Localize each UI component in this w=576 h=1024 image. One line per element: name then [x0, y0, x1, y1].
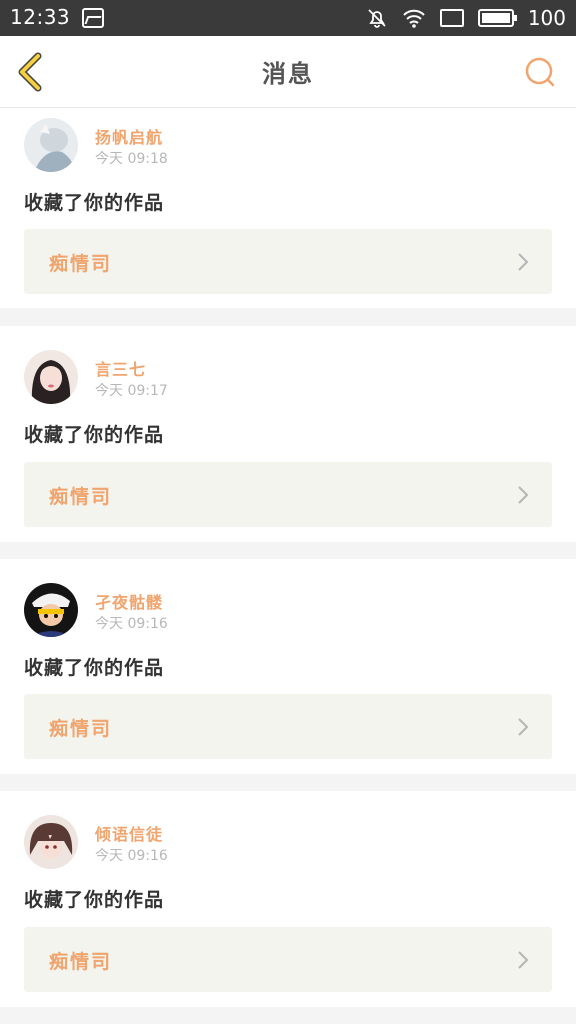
- chevron-right-icon: [518, 718, 529, 736]
- message-time: 今天 09:18: [95, 151, 168, 167]
- sim-icon: [439, 9, 464, 27]
- avatar[interactable]: [24, 815, 78, 869]
- message-action: 收藏了你的作品: [24, 192, 165, 214]
- user-name[interactable]: 倾语信徒: [95, 821, 163, 845]
- work-title: 痴情司: [49, 951, 113, 973]
- search-button[interactable]: [522, 54, 558, 90]
- gallery-icon: [82, 8, 104, 28]
- battery-percent: 100: [527, 6, 566, 30]
- avatar-image: [24, 583, 78, 637]
- work-title: 痴情司: [49, 253, 113, 275]
- work-title: 痴情司: [49, 718, 113, 740]
- status-bar: 12:33 100: [0, 0, 576, 36]
- wifi-icon: [403, 9, 425, 28]
- user-name[interactable]: 扬帆启航: [95, 124, 163, 148]
- avatar[interactable]: [24, 583, 78, 637]
- avatar[interactable]: [24, 350, 78, 404]
- battery-icon: [477, 9, 517, 27]
- message-time: 今天 09:17: [95, 383, 168, 399]
- page-title: 消息: [262, 60, 314, 88]
- work-link[interactable]: 痴情司: [24, 694, 552, 759]
- message-action: 收藏了你的作品: [24, 424, 165, 446]
- message-card: 倾语信徒 今天 09:16 收藏了你的作品 痴情司: [0, 791, 576, 1007]
- avatar-image: [24, 350, 78, 404]
- message-action: 收藏了你的作品: [24, 889, 165, 911]
- status-time: 12:33: [10, 5, 71, 29]
- message-time: 今天 09:16: [95, 848, 168, 864]
- mute-bell-icon: [368, 9, 386, 28]
- message-action: 收藏了你的作品: [24, 657, 165, 679]
- avatar-image: [24, 118, 78, 172]
- user-name[interactable]: 言三七: [95, 356, 146, 380]
- work-link[interactable]: 痴情司: [24, 462, 552, 527]
- avatar[interactable]: [24, 118, 78, 172]
- user-name[interactable]: 孑夜骷髅: [95, 589, 163, 613]
- work-link[interactable]: 痴情司: [24, 229, 552, 294]
- work-title: 痴情司: [49, 486, 113, 508]
- work-link[interactable]: 痴情司: [24, 927, 552, 992]
- chevron-right-icon: [518, 486, 529, 504]
- message-card: 言三七 今天 09:17 收藏了你的作品 痴情司: [0, 326, 576, 542]
- message-card: 扬帆启航 今天 09:18 收藏了你的作品 痴情司: [0, 108, 576, 308]
- avatar-image: [24, 815, 78, 869]
- chevron-right-icon: [518, 253, 529, 271]
- search-icon: [525, 57, 555, 87]
- message-time: 今天 09:16: [95, 616, 168, 632]
- status-right: 100: [366, 5, 566, 31]
- chevron-right-icon: [518, 951, 529, 969]
- top-bar: 消息: [0, 36, 576, 108]
- message-card: 孑夜骷髅 今天 09:16 收藏了你的作品 痴情司: [0, 559, 576, 774]
